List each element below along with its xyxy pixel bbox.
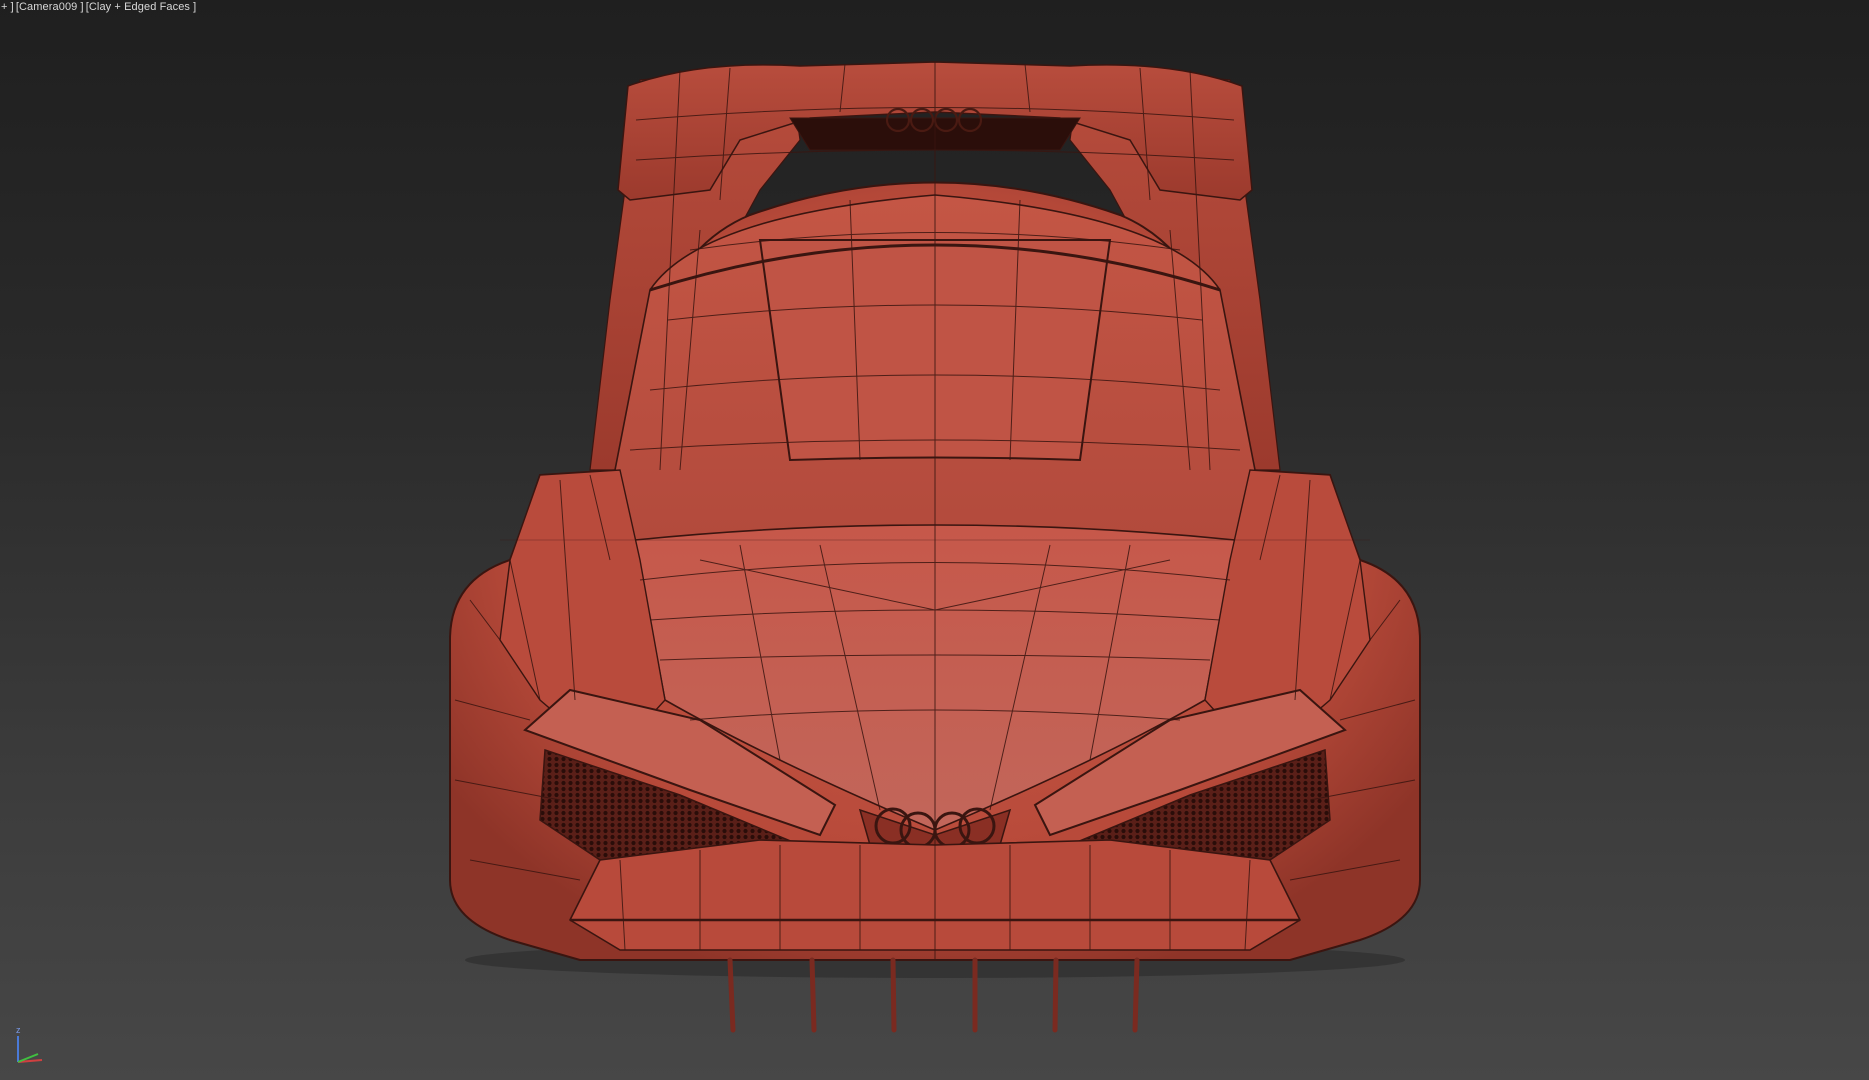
axis-gizmo: z: [16, 1025, 43, 1063]
3d-viewport[interactable]: + ] [Camera009 ] [Clay + Edged Faces ] z: [0, 0, 1869, 1080]
axis-z-label: z: [16, 1025, 21, 1035]
car-model-render[interactable]: [0, 0, 1869, 1080]
